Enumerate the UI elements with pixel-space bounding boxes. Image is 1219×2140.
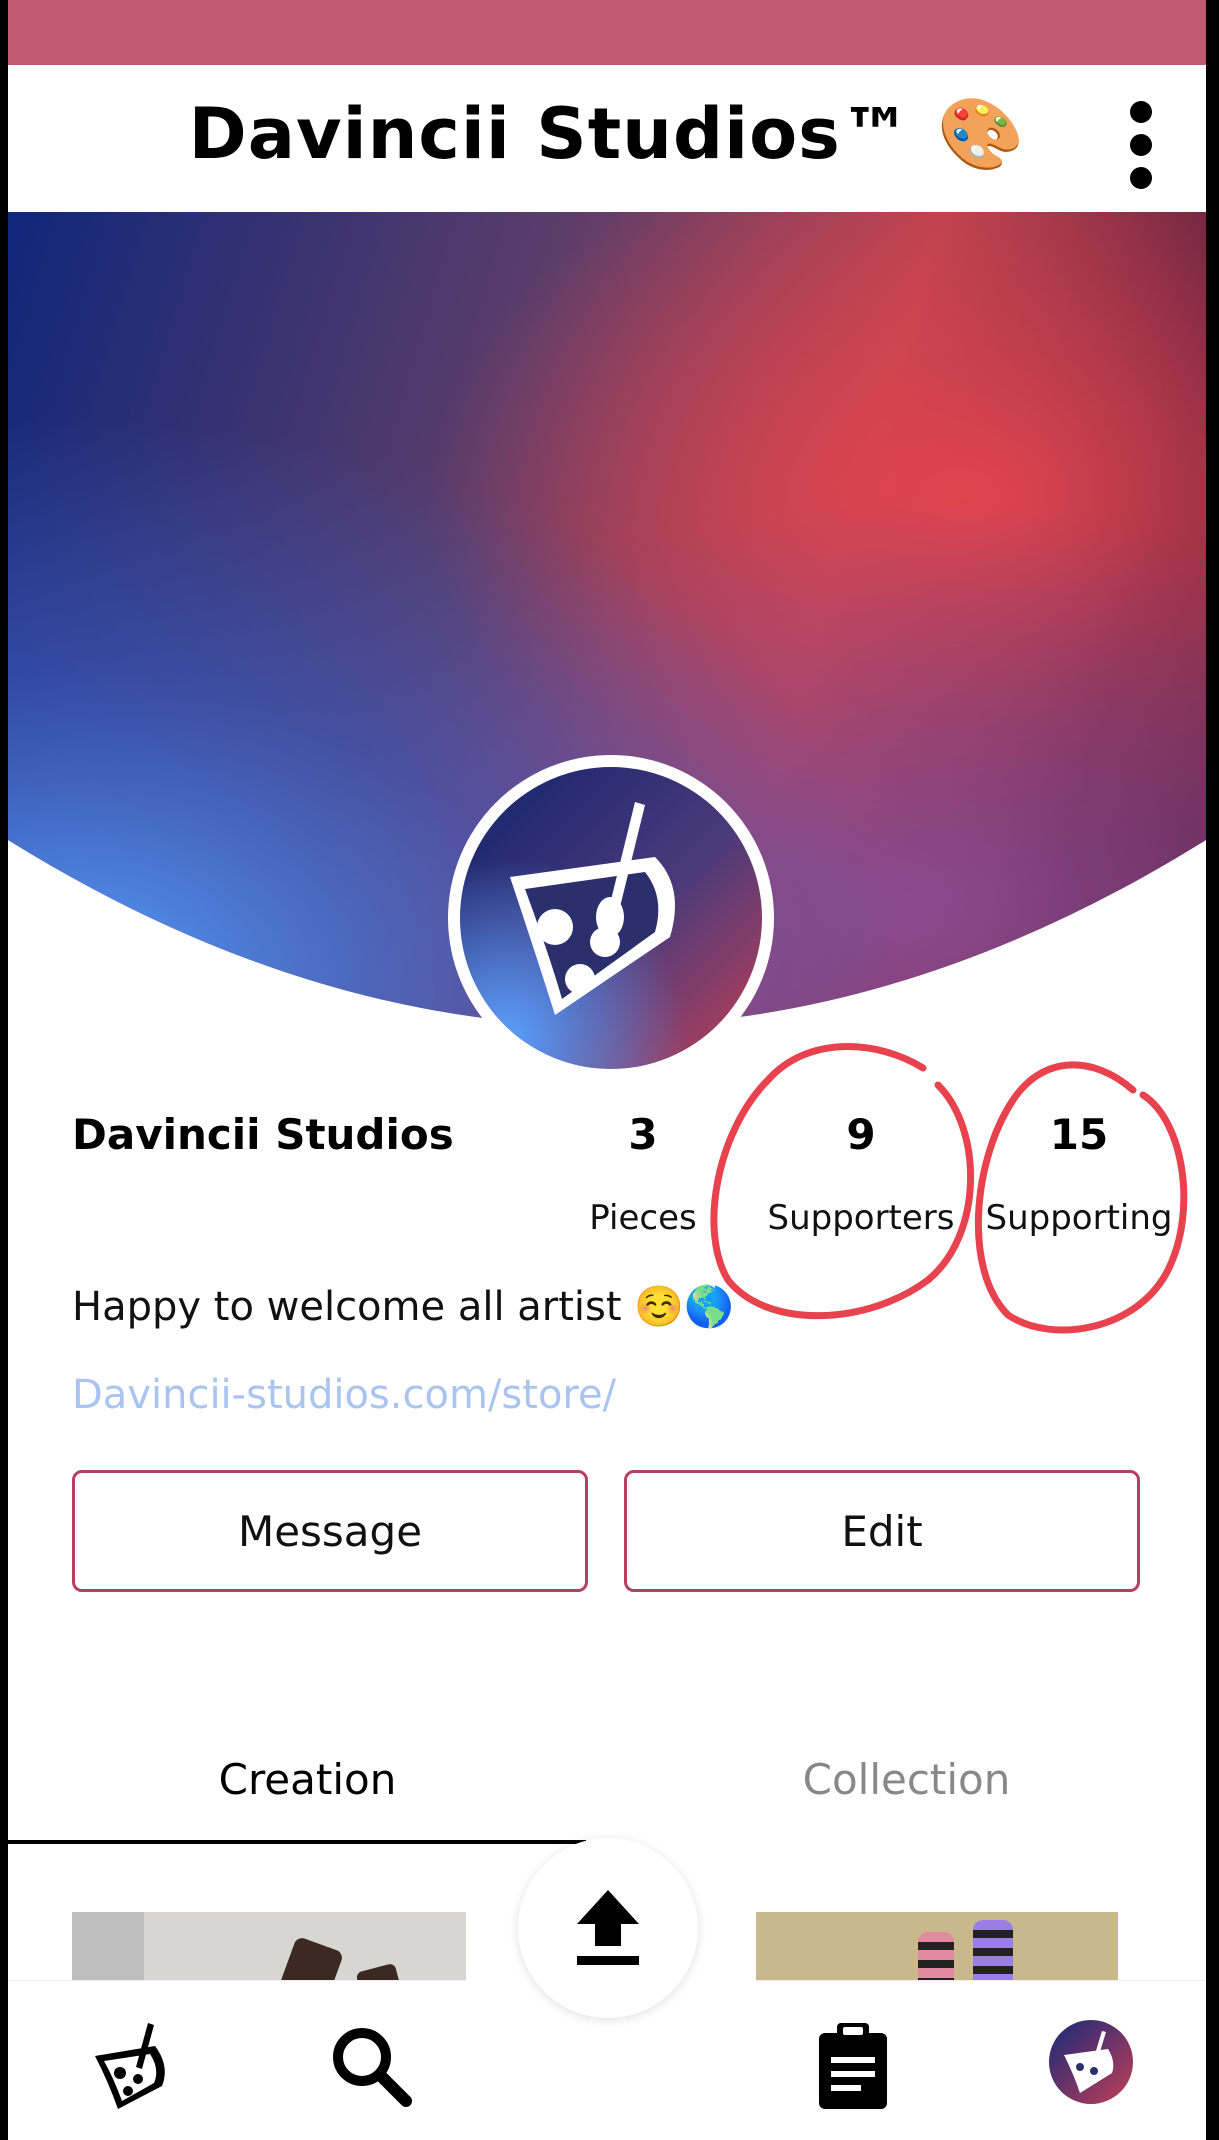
tab-collection[interactable]: Collection xyxy=(607,1755,1206,1804)
upload-icon xyxy=(577,1890,639,1965)
tab-creation[interactable]: Creation xyxy=(8,1755,607,1804)
search-icon[interactable] xyxy=(326,2021,416,2115)
edit-button[interactable]: Edit xyxy=(624,1470,1140,1592)
clipboard-icon[interactable] xyxy=(813,2021,893,2115)
profile-bio: Happy to welcome all artist ☺️🌎 xyxy=(72,1284,734,1330)
profile-website-link[interactable]: Davincii-studios.com/store/ xyxy=(72,1372,616,1418)
annotation-circles xyxy=(710,1043,1188,1334)
home-palette-icon[interactable] xyxy=(90,2021,180,2115)
active-tab-indicator xyxy=(8,1840,586,1844)
upload-button[interactable] xyxy=(518,1838,698,2018)
profile-avatar-icon[interactable] xyxy=(1046,2017,1136,2111)
message-button[interactable]: Message xyxy=(72,1470,588,1592)
phone-screen: Davincii Studios™ 🎨 Davincii Studios 3 9… xyxy=(8,0,1206,2140)
